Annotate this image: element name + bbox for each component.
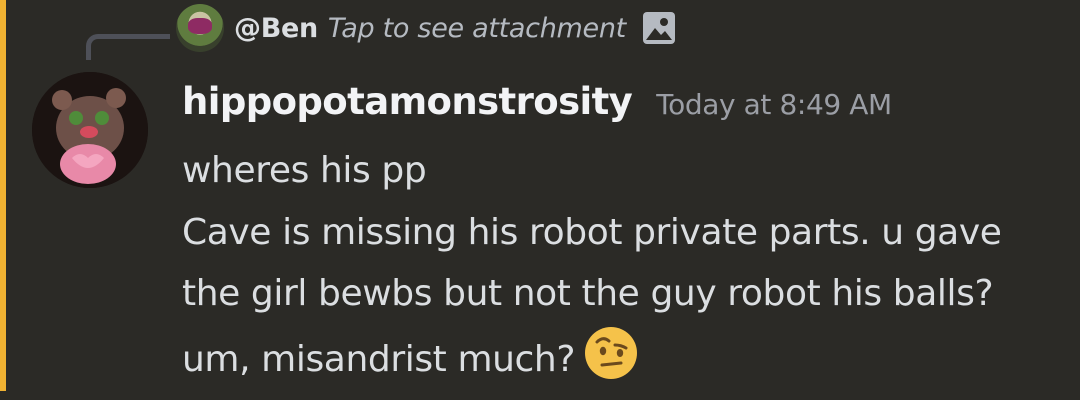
replied-username[interactable]: @Ben	[234, 13, 318, 44]
mention-highlight-bar	[0, 0, 6, 391]
message-header: hippopotamonstrosity Today at 8:49 AM	[182, 80, 892, 123]
message-content: wheres his pp Cave is missing his robot …	[182, 140, 1062, 390]
image-icon	[640, 9, 678, 47]
message-line: Cave is missing his robot private parts.…	[182, 202, 1062, 391]
reply-reference[interactable]: @Ben Tap to see attachment	[176, 4, 678, 52]
face-with-raised-eyebrow-emoji[interactable]	[583, 325, 639, 381]
message-timestamp[interactable]: Today at 8:49 AM	[656, 88, 892, 121]
author-avatar[interactable]	[32, 72, 148, 188]
reply-spine	[86, 34, 170, 60]
message-line: wheres his pp	[182, 150, 427, 191]
author-name[interactable]: hippopotamonstrosity	[182, 80, 633, 123]
reply-preview[interactable]: Tap to see attachment	[328, 13, 626, 44]
replied-user-avatar[interactable]	[176, 4, 224, 52]
